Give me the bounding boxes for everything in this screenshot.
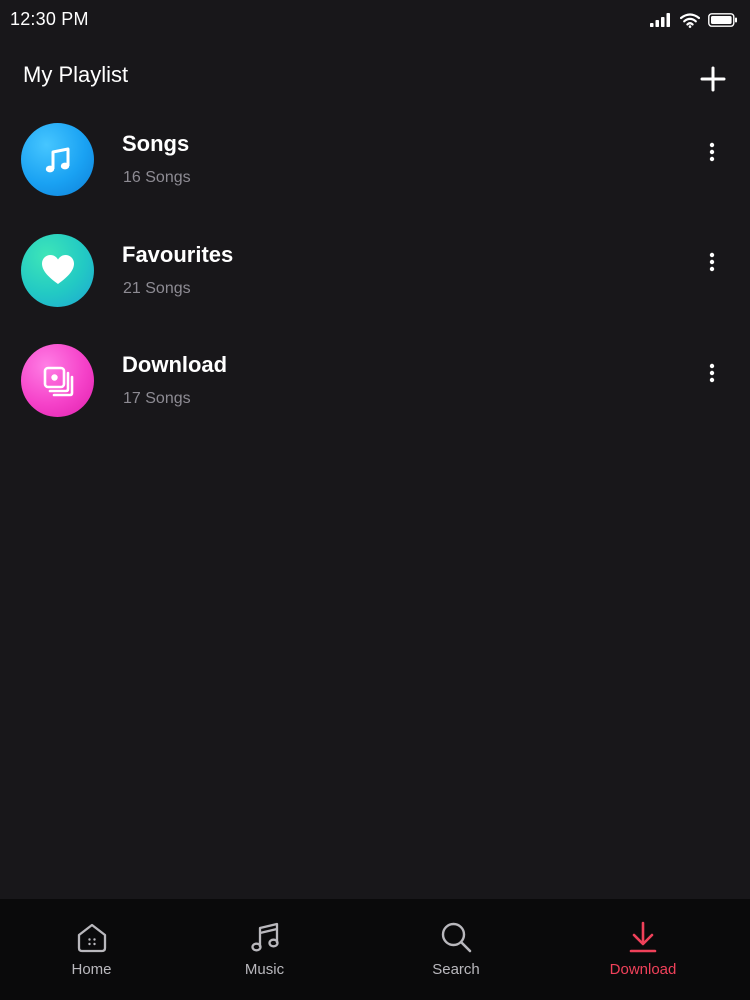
- music-note-icon: [40, 142, 76, 178]
- playlist-avatar: [21, 344, 94, 417]
- playlist-list: Songs 16 Songs Favourites 21 Songs Downl…: [0, 112, 750, 444]
- playlist-item-favourites[interactable]: Favourites 21 Songs: [0, 223, 750, 334]
- tab-label: Music: [244, 961, 285, 978]
- status-bar: 12:30 PM: [0, 0, 750, 40]
- add-playlist-button[interactable]: [696, 62, 730, 96]
- playlist-count: 17 Songs: [123, 390, 191, 407]
- more-vertical-icon: [709, 363, 715, 388]
- heart-icon: [39, 252, 77, 288]
- more-options-button[interactable]: [700, 251, 724, 279]
- tab-label: Download: [609, 961, 677, 978]
- search-icon: [438, 919, 474, 955]
- album-stack-icon: [40, 363, 76, 399]
- playlist-title: Download: [122, 352, 228, 377]
- app-screen: 12:30 PM My Playlist Songs 16 Songs Favo…: [0, 0, 750, 1000]
- playlist-title: Favourites: [122, 241, 234, 267]
- more-vertical-icon: [709, 142, 715, 167]
- playlist-avatar: [21, 123, 94, 196]
- tab-download[interactable]: Download: [558, 899, 728, 1000]
- more-options-button[interactable]: [700, 361, 724, 389]
- battery-icon: [708, 13, 738, 27]
- tab-search[interactable]: Search: [366, 899, 546, 1000]
- playlist-count: 21 Songs: [123, 279, 191, 297]
- status-icons: [650, 10, 738, 30]
- home-icon: [74, 919, 110, 955]
- playlist-avatar: [21, 233, 94, 307]
- plus-icon: [696, 62, 730, 96]
- download-icon: [625, 919, 661, 955]
- page-title: My Playlist: [23, 62, 129, 87]
- tab-home[interactable]: Home: [0, 899, 183, 1000]
- music-icon: [247, 919, 283, 955]
- playlist-item-download[interactable]: Download 17 Songs: [0, 333, 750, 444]
- signal-icon: [650, 13, 672, 27]
- tab-label: Home: [71, 961, 112, 978]
- tab-label: Search: [432, 961, 480, 978]
- more-vertical-icon: [709, 252, 715, 277]
- header: My Playlist: [0, 52, 750, 102]
- more-options-button[interactable]: [700, 140, 724, 168]
- wifi-icon: [680, 12, 700, 28]
- playlist-count: 16 Songs: [123, 169, 191, 186]
- playlist-title: Songs: [122, 131, 190, 156]
- status-time: 12:30 PM: [10, 9, 89, 29]
- playlist-item-songs[interactable]: Songs 16 Songs: [0, 112, 750, 223]
- tab-music[interactable]: Music: [183, 899, 346, 1000]
- bottom-tab-bar: Home Music Search Download: [0, 899, 750, 1000]
